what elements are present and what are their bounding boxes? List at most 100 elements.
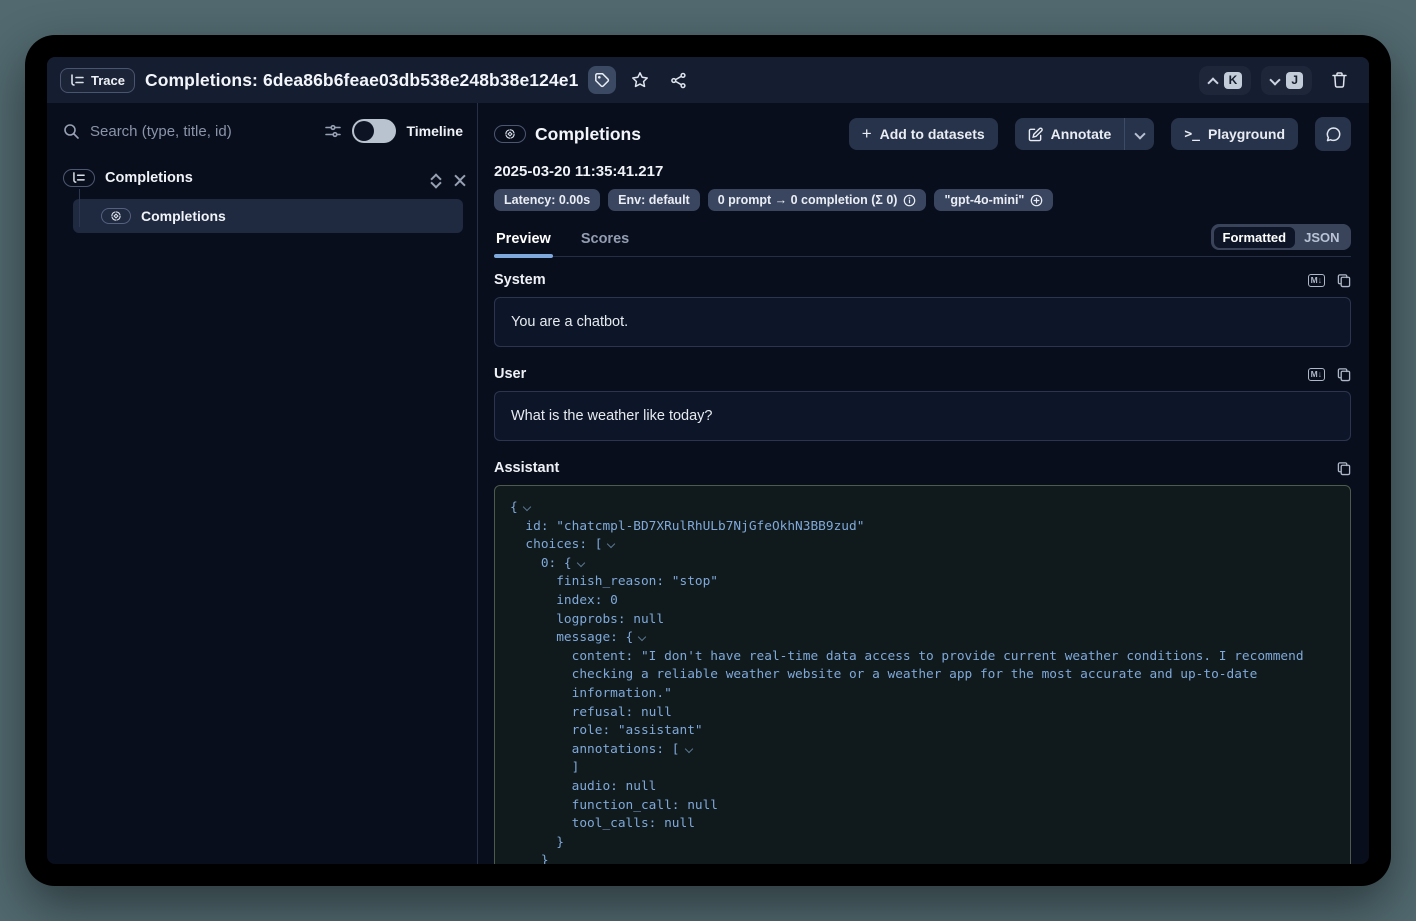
code-line: message: { bbox=[510, 629, 1335, 648]
comment-button[interactable] bbox=[1315, 117, 1351, 151]
code-line: audio: null bbox=[510, 778, 1335, 797]
markdown-toggle-icon[interactable]: M↓ bbox=[1308, 368, 1325, 381]
collapse-chevron-icon[interactable] bbox=[607, 540, 616, 548]
chevron-down-icon bbox=[1135, 130, 1144, 139]
observation-panel: Completions + Add to datasets bbox=[478, 103, 1369, 864]
trace-app: Trace Completions: 6dea86b6feae03db538e2… bbox=[47, 57, 1369, 864]
tree-child-label: Completions bbox=[141, 208, 226, 224]
top-bar: Trace Completions: 6dea86b6feae03db538e2… bbox=[47, 57, 1369, 103]
tab-scores[interactable]: Scores bbox=[579, 225, 631, 256]
system-message-box: You are a chatbot. bbox=[494, 297, 1351, 347]
collapse-chevron-icon[interactable] bbox=[638, 633, 647, 641]
annotate-dropdown-button[interactable] bbox=[1125, 118, 1154, 150]
next-trace-button[interactable]: J bbox=[1261, 66, 1312, 95]
code-line: index: 0 bbox=[510, 592, 1335, 611]
tree-item-completions-selected[interactable]: Completions bbox=[73, 199, 463, 233]
code-line: { bbox=[510, 499, 1335, 518]
code-line: finish_reason: "stop" bbox=[510, 573, 1335, 592]
filter-settings-icon[interactable] bbox=[324, 122, 342, 140]
chevron-down-icon bbox=[1270, 76, 1279, 85]
timeline-label: Timeline bbox=[406, 123, 463, 139]
code-line: function_call: null bbox=[510, 797, 1335, 816]
badges-row: Latency: 0.00s Env: default 0 prompt → 0… bbox=[494, 189, 1351, 211]
collapse-chevron-icon[interactable] bbox=[577, 559, 586, 567]
search-row: Timeline bbox=[63, 119, 463, 143]
code-line: role: "assistant" bbox=[510, 722, 1335, 741]
collapse-all-icon[interactable] bbox=[455, 172, 463, 184]
keyboard-shortcut-j: J bbox=[1286, 72, 1303, 89]
code-line: logprobs: null bbox=[510, 611, 1335, 630]
share-button[interactable] bbox=[664, 66, 692, 94]
observation-header: Completions + Add to datasets bbox=[494, 117, 1351, 151]
model-badge[interactable]: "gpt-4o-mini" bbox=[934, 189, 1053, 211]
toggle-knob bbox=[354, 121, 374, 141]
tag-icon bbox=[594, 72, 610, 88]
annotate-split-button: Annotate bbox=[1015, 118, 1155, 150]
tree-root-row[interactable]: Completions bbox=[63, 169, 463, 187]
trash-icon bbox=[1331, 71, 1348, 89]
latency-badge: Latency: 0.00s bbox=[494, 189, 600, 211]
chat-bubble-icon bbox=[1325, 126, 1342, 143]
prev-trace-button[interactable]: K bbox=[1199, 66, 1252, 95]
copy-icon[interactable] bbox=[1337, 461, 1351, 476]
add-to-datasets-button[interactable]: + Add to datasets bbox=[849, 118, 998, 150]
annotate-button[interactable]: Annotate bbox=[1015, 118, 1125, 150]
info-icon bbox=[903, 194, 916, 207]
trace-type-badge: Trace bbox=[60, 68, 135, 93]
json-option[interactable]: JSON bbox=[1295, 227, 1348, 248]
code-line: annotations: [ bbox=[510, 741, 1335, 760]
delete-trace-button[interactable] bbox=[1322, 63, 1356, 97]
assistant-json-viewer[interactable]: {id: "chatcmpl-BD7XRulRhULb7NjGfeOkhN3BB… bbox=[494, 485, 1351, 864]
observation-timestamp: 2025-03-20 11:35:41.217 bbox=[494, 163, 1351, 180]
app-window: Trace Completions: 6dea86b6feae03db538e2… bbox=[25, 35, 1391, 886]
share-icon bbox=[670, 72, 687, 89]
code-line: refusal: null bbox=[510, 704, 1335, 723]
terminal-icon: >_ bbox=[1184, 127, 1200, 142]
trace-title: Completions: 6dea86b6feae03db538e248b38e… bbox=[145, 70, 579, 91]
generation-pill-icon bbox=[101, 208, 131, 224]
code-line: ] bbox=[510, 759, 1335, 778]
edit-icon bbox=[1028, 127, 1043, 142]
star-icon bbox=[631, 71, 649, 89]
code-line: } bbox=[510, 834, 1335, 853]
trace-tree-sidebar: Timeline Completions bbox=[47, 103, 478, 864]
tree-guide-line bbox=[79, 189, 80, 227]
code-line: id: "chatcmpl-BD7XRulRhULb7NjGfeOkhN3BB9… bbox=[510, 518, 1335, 537]
io-content[interactable]: System M↓ You are a chatbot. User M↓ bbox=[494, 257, 1351, 864]
format-view-toggle: Formatted JSON bbox=[1211, 224, 1351, 250]
favorite-button[interactable] bbox=[626, 66, 654, 94]
tabs-row: Preview Scores Formatted JSON bbox=[494, 224, 1351, 257]
user-message-box: What is the weather like today? bbox=[494, 391, 1351, 441]
search-input[interactable] bbox=[90, 123, 314, 140]
copy-icon[interactable] bbox=[1337, 367, 1351, 382]
token-usage-badge[interactable]: 0 prompt → 0 completion (Σ 0) bbox=[708, 189, 927, 211]
keyboard-shortcut-k: K bbox=[1224, 72, 1243, 89]
markdown-toggle-icon[interactable]: M↓ bbox=[1308, 274, 1325, 287]
copy-icon[interactable] bbox=[1337, 273, 1351, 288]
code-line: 0: { bbox=[510, 555, 1335, 574]
tag-button[interactable] bbox=[588, 66, 616, 94]
playground-button[interactable]: >_ Playground bbox=[1171, 118, 1298, 150]
code-line: content: "I don't have real-time data ac… bbox=[510, 648, 1335, 704]
timeline-toggle[interactable] bbox=[352, 119, 396, 143]
list-tree-icon bbox=[70, 74, 85, 87]
system-section-header: System M↓ bbox=[494, 272, 1351, 288]
tab-preview[interactable]: Preview bbox=[494, 225, 553, 256]
code-line: } bbox=[510, 852, 1335, 864]
code-line: tool_calls: null bbox=[510, 815, 1335, 834]
environment-badge: Env: default bbox=[608, 189, 700, 211]
collapse-chevron-icon[interactable] bbox=[523, 503, 532, 511]
formatted-option[interactable]: Formatted bbox=[1214, 227, 1296, 248]
assistant-section-header: Assistant bbox=[494, 460, 1351, 476]
code-line: choices: [ bbox=[510, 536, 1335, 555]
trace-pill-icon bbox=[63, 169, 95, 187]
user-section-header: User M↓ bbox=[494, 366, 1351, 382]
system-label: System bbox=[494, 272, 1308, 288]
body-row: Timeline Completions bbox=[47, 103, 1369, 864]
generation-pill-icon bbox=[494, 125, 526, 143]
circle-plus-icon bbox=[1030, 194, 1043, 207]
expand-all-icon[interactable] bbox=[431, 172, 439, 185]
search-icon bbox=[63, 123, 80, 140]
collapse-chevron-icon[interactable] bbox=[685, 745, 694, 753]
tree-root-label: Completions bbox=[105, 170, 421, 186]
